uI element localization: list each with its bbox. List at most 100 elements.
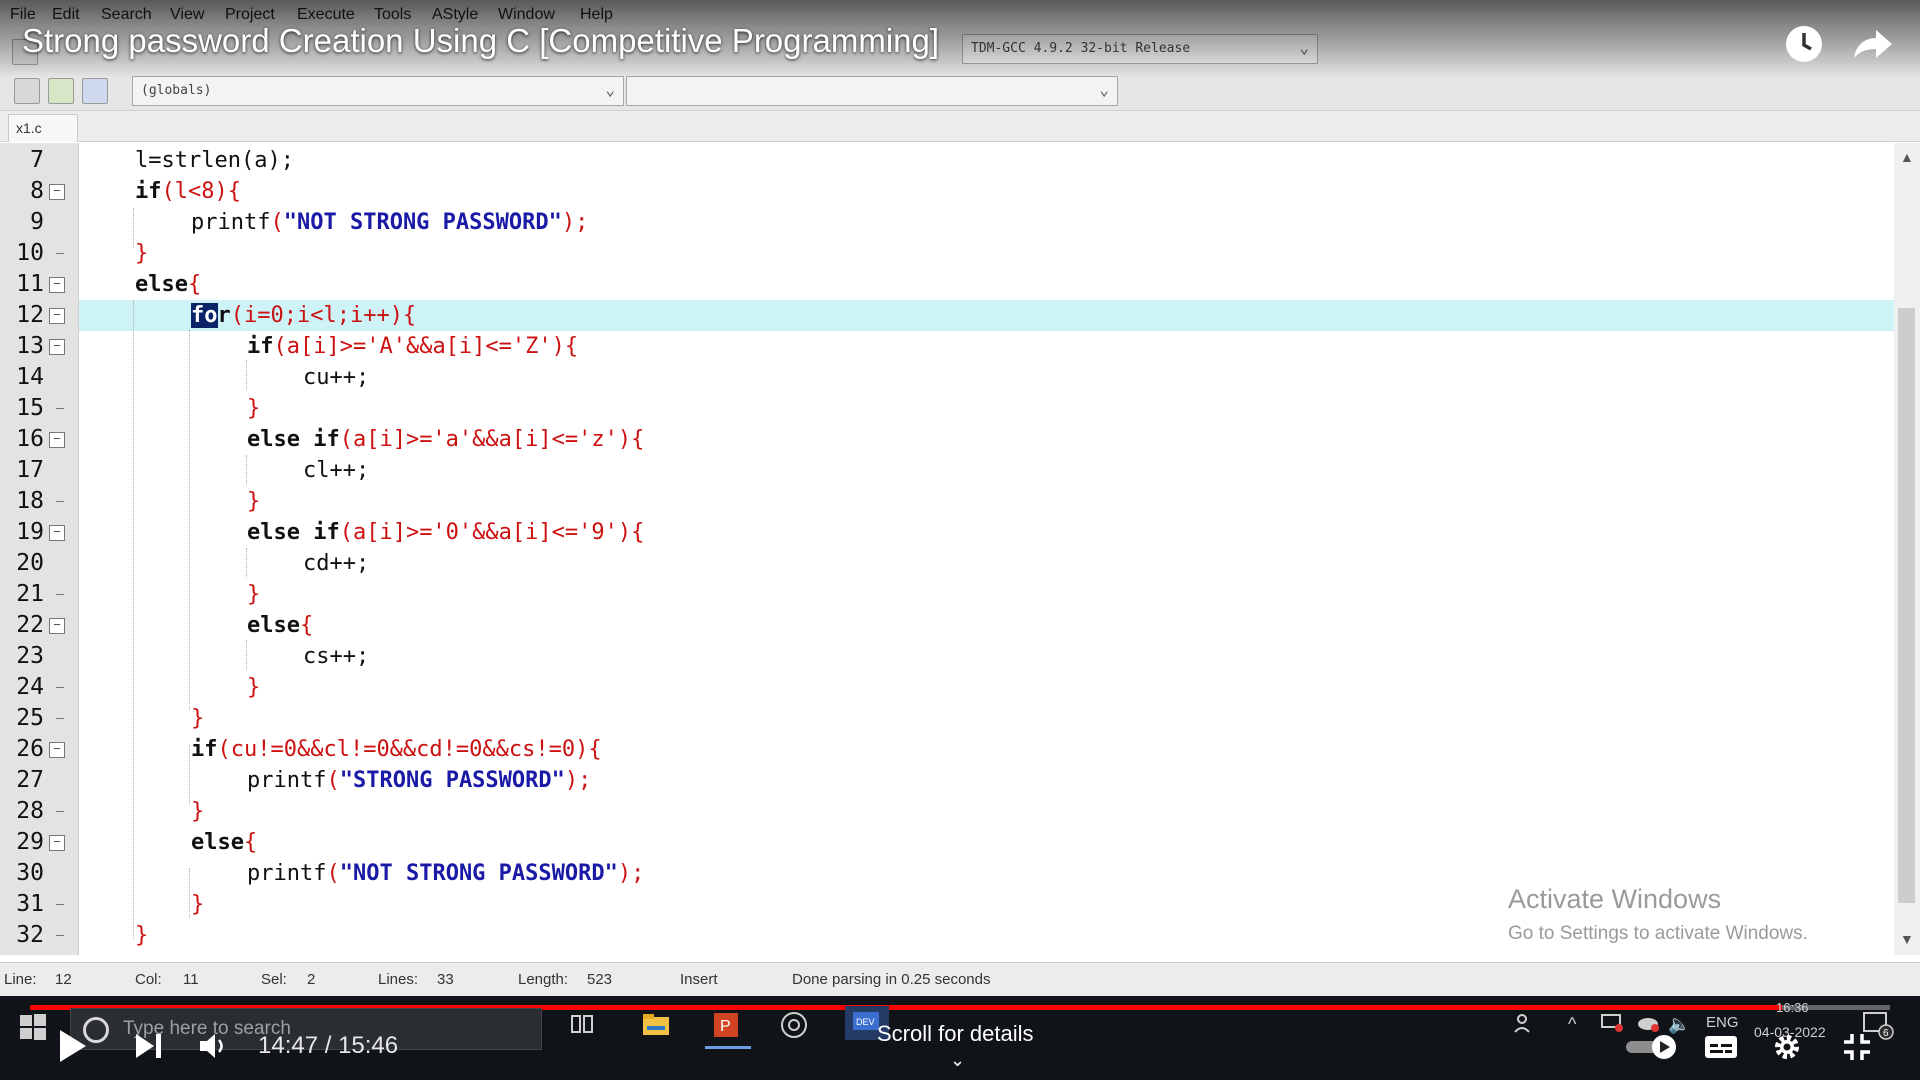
source-code[interactable]: l=strlen(a); if(l<8){ printf("NOT STRONG… xyxy=(0,0,644,948)
settings-gear-icon[interactable] xyxy=(1772,1032,1802,1062)
code-line-24: } xyxy=(247,675,261,700)
keyword: else xyxy=(135,272,188,297)
indent-guide xyxy=(189,745,190,805)
fold-toggle-icon[interactable]: − xyxy=(49,308,65,324)
code-line-7: l=strlen(a); xyxy=(135,148,294,173)
fold-end-marker xyxy=(56,687,64,688)
punct: ( xyxy=(326,768,340,793)
captions-icon[interactable] xyxy=(1704,1034,1738,1060)
string-literal: "NOT STRONG PASSWORD" xyxy=(339,861,618,886)
indent-guide xyxy=(133,300,134,940)
keyword: if xyxy=(191,737,218,762)
compiler-select[interactable]: TDM-GCC 4.9.2 32-bit Release ⌄ xyxy=(962,34,1318,64)
code-line-21: } xyxy=(247,582,261,607)
status-lines-value: 33 xyxy=(437,971,454,988)
scroll-down-icon[interactable]: ▼ xyxy=(1900,931,1914,947)
status-length-label: Length: xyxy=(518,971,569,988)
fold-toggle-icon[interactable]: − xyxy=(49,339,65,355)
condition: (a[i]>='A'&&a[i]<='Z'){ xyxy=(273,334,579,359)
language-indicator[interactable]: ENG xyxy=(1706,1014,1739,1031)
watch-later-clock-icon[interactable] xyxy=(1784,24,1824,64)
scrollbar-thumb[interactable] xyxy=(1898,308,1915,903)
punct: ( xyxy=(270,210,284,235)
next-icon[interactable] xyxy=(134,1032,164,1060)
status-message: Done parsing in 0.25 seconds xyxy=(792,971,991,988)
keyword: else if xyxy=(247,520,340,545)
people-icon[interactable] xyxy=(1514,1012,1536,1034)
scroll-for-details[interactable]: Scroll for details xyxy=(877,1021,1034,1047)
keyword: if xyxy=(135,179,162,204)
function-call: printf xyxy=(247,768,327,793)
line-number: 31 xyxy=(16,891,44,917)
share-icon[interactable] xyxy=(1850,26,1894,62)
notification-count: 6 xyxy=(1883,1028,1889,1039)
status-lines-label: Lines: xyxy=(378,971,419,988)
network-icon[interactable] xyxy=(1600,1012,1624,1034)
powerpoint-icon[interactable]: P xyxy=(710,1010,742,1040)
indent-guide xyxy=(246,360,247,390)
status-col-value: 11 xyxy=(183,971,199,988)
fold-toggle-icon[interactable]: − xyxy=(49,432,65,448)
task-view-icon[interactable] xyxy=(566,1010,598,1040)
fold-toggle-icon[interactable]: − xyxy=(49,525,65,541)
status-length-value: 523 xyxy=(587,971,613,988)
vertical-scrollbar[interactable]: ▲ ▼ xyxy=(1894,143,1920,955)
fold-toggle-icon[interactable]: − xyxy=(49,184,65,200)
function-call: printf xyxy=(191,210,271,235)
brace: { xyxy=(187,272,202,297)
condition: (a[i]>='0'&&a[i]<='9'){ xyxy=(339,520,645,545)
code-line-25: } xyxy=(191,706,205,731)
code-line-20: cd++; xyxy=(303,551,370,576)
browser-icon[interactable] xyxy=(778,1010,810,1040)
function-call: printf xyxy=(247,861,327,886)
taskbar-clock-time[interactable]: 16:36 xyxy=(1776,1000,1809,1015)
punct: ); xyxy=(564,768,592,793)
condition: (cu!=0&&cl!=0&&cd!=0&&cs!=0){ xyxy=(217,737,602,762)
autoplay-toggle[interactable] xyxy=(1624,1034,1680,1060)
speaker-icon[interactable]: 🔈 xyxy=(1668,1014,1690,1035)
fold-end-marker xyxy=(56,935,64,936)
tray-expand-icon[interactable]: ^ xyxy=(1568,1014,1576,1035)
punct: ); xyxy=(617,861,645,886)
function-select[interactable]: ⌄ xyxy=(626,76,1118,106)
bookmark-icon[interactable] xyxy=(82,78,108,104)
file-explorer-icon[interactable] xyxy=(640,1010,672,1040)
code-line-29: else{ xyxy=(191,827,257,858)
svg-text:DEV: DEV xyxy=(856,1017,875,1027)
string-literal: "NOT STRONG PASSWORD" xyxy=(283,210,562,235)
status-col-label: Col: xyxy=(135,971,162,988)
watermark-subtitle: Go to Settings to activate Windows. xyxy=(1508,923,1808,944)
indent-guide xyxy=(189,868,190,918)
line-number: 32 xyxy=(16,922,44,948)
code-line-31: } xyxy=(191,892,205,917)
fold-toggle-icon[interactable]: − xyxy=(49,277,65,293)
windows-start-icon[interactable] xyxy=(18,1012,48,1042)
watermark-title: Activate Windows xyxy=(1508,884,1722,914)
code-line-19: else if(a[i]>='0'&&a[i]<='9'){ xyxy=(247,517,644,548)
fold-toggle-icon[interactable]: − xyxy=(49,742,65,758)
volume-icon[interactable] xyxy=(198,1032,228,1060)
code-line-28: } xyxy=(191,799,205,824)
status-mode: Insert xyxy=(680,971,718,988)
scope-select[interactable]: (globals) ⌄ xyxy=(132,76,624,106)
keyword: else if xyxy=(247,427,340,452)
string-literal: "STRONG PASSWORD" xyxy=(339,768,565,793)
chevron-down-icon: ⌄ xyxy=(1299,38,1309,57)
condition: (a[i]>='a'&&a[i]<='z'){ xyxy=(339,427,645,452)
fold-toggle-icon[interactable]: − xyxy=(49,835,65,851)
chevron-down-icon: ⌄ xyxy=(605,80,615,99)
play-icon[interactable] xyxy=(56,1028,88,1064)
code-line-13: if(a[i]>='A'&&a[i]<='Z'){ xyxy=(247,331,578,362)
fold-toggle-icon[interactable]: − xyxy=(49,618,65,634)
code-line-9: printf("NOT STRONG PASSWORD"); xyxy=(191,207,588,238)
chevron-down-icon[interactable]: ⌄ xyxy=(950,1050,965,1071)
video-time: 14:47 / 15:46 xyxy=(258,1032,399,1059)
onedrive-icon[interactable] xyxy=(1636,1012,1660,1034)
exit-fullscreen-icon[interactable] xyxy=(1842,1032,1872,1062)
keyword: r xyxy=(217,303,231,328)
punct: ); xyxy=(561,210,589,235)
code-line-27: printf("STRONG PASSWORD"); xyxy=(247,765,591,796)
scroll-up-icon[interactable]: ▲ xyxy=(1900,149,1914,165)
video-title[interactable]: Strong password Creation Using C [Compet… xyxy=(22,22,939,60)
goto-icon[interactable] xyxy=(48,78,74,104)
